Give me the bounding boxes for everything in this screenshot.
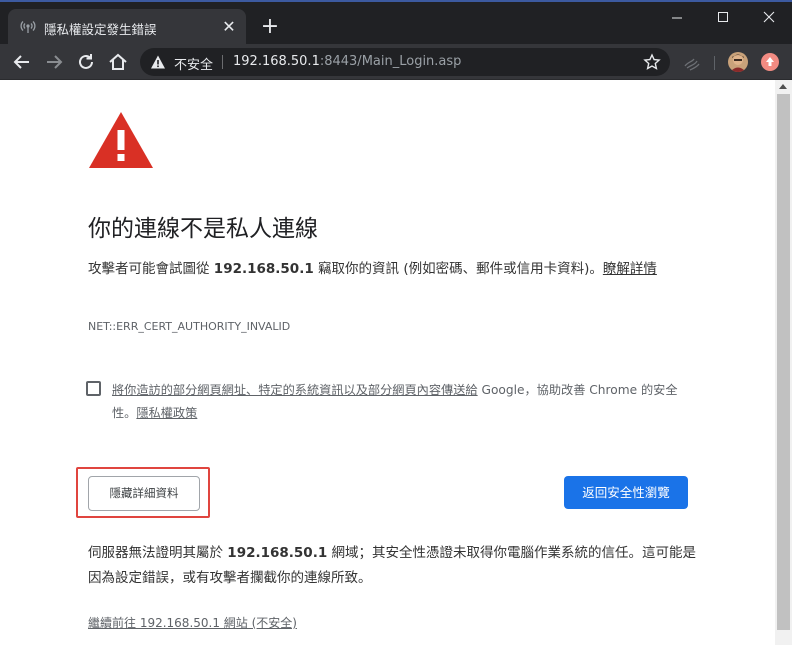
scroll-thumb[interactable] (777, 94, 790, 630)
update-button[interactable] (761, 53, 779, 71)
profile-avatar[interactable] (728, 52, 748, 72)
optin-link[interactable]: 將你造訪的部分網頁網址、特定的系統資訊以及部分網頁內容傳送給 (112, 383, 478, 397)
interstitial-page: 你的連線不是私人連線 攻擊者可能會試圖從 192.168.50.1 竊取你的資訊… (0, 81, 775, 645)
address-bar[interactable]: 不安全 192.168.50.1:8443/Main_Login.asp (140, 48, 670, 76)
error-code: NET::ERR_CERT_AUTHORITY_INVALID (88, 320, 291, 333)
tab-close-icon[interactable]: ✕ (220, 18, 238, 36)
optin-checkbox[interactable] (86, 381, 101, 396)
url-host: 192.168.50.1 (233, 54, 320, 69)
optin-text: 將你造訪的部分網頁網址、特定的系統資訊以及部分網頁內容傳送給 Google，協助… (112, 379, 687, 425)
desc-host: 192.168.50.1 (213, 261, 314, 277)
tab-strip: 隱私權設定發生錯誤 ✕ + (0, 0, 792, 46)
security-label[interactable]: 不安全 (174, 54, 213, 73)
not-secure-warning-icon[interactable] (150, 54, 166, 70)
learn-more-link[interactable]: 瞭解詳情 (603, 261, 657, 277)
page-title: 你的連線不是私人連線 (88, 216, 318, 242)
tab-title: 隱私權設定發生錯誤 (44, 22, 157, 37)
browser-toolbar: 不安全 192.168.50.1:8443/Main_Login.asp (0, 44, 792, 80)
reload-icon[interactable] (74, 50, 98, 74)
back-to-safety-button[interactable]: 返回安全性瀏覽 (564, 476, 688, 509)
tab-active[interactable]: 隱私權設定發生錯誤 ✕ (8, 9, 246, 46)
toolbar-separator (714, 56, 715, 70)
privacy-policy-link[interactable]: 隱私權政策 (136, 406, 197, 420)
bookmark-star-icon[interactable] (643, 53, 661, 71)
proceed-unsafe-link[interactable]: 繼續前往 192.168.50.1 網站 (不安全) (88, 614, 297, 631)
warning-triangle-icon (89, 112, 153, 168)
url-path: :8443/Main_Login.asp (319, 54, 462, 69)
forward-arrow-icon[interactable] (42, 50, 66, 74)
avatar-image (728, 52, 748, 72)
close-window-icon[interactable] (746, 6, 792, 30)
home-icon[interactable] (106, 50, 130, 74)
scroll-up-arrow-icon[interactable] (779, 84, 787, 89)
desc-text-before: 攻擊者可能會試圖從 (88, 261, 214, 277)
extension-icon[interactable] (682, 54, 702, 72)
error-description: 攻擊者可能會試圖從 192.168.50.1 竊取你的資訊 (例如密碼、郵件或信… (88, 257, 688, 281)
hide-details-button[interactable]: 隱藏詳細資料 (88, 476, 200, 511)
maximize-icon[interactable] (700, 6, 746, 30)
explain-host: 192.168.50.1 (227, 545, 328, 561)
url-text[interactable]: 192.168.50.1:8443/Main_Login.asp (233, 54, 461, 69)
explain-text-before: 伺服器無法證明其屬於 (88, 545, 228, 561)
new-tab-button[interactable]: + (258, 16, 282, 40)
broadcast-icon (20, 21, 36, 33)
desc-text-after: 竊取你的資訊 (例如密碼、郵件或信用卡資料)。 (313, 261, 603, 277)
vertical-scrollbar[interactable] (775, 80, 792, 645)
back-arrow-icon[interactable] (10, 50, 34, 74)
omnibox-separator (222, 55, 223, 69)
details-explanation: 伺服器無法證明其屬於 192.168.50.1 網域；其安全性憑證未取得你電腦作… (88, 541, 698, 591)
minimize-icon[interactable] (654, 6, 700, 30)
arrow-up-icon (766, 57, 774, 66)
